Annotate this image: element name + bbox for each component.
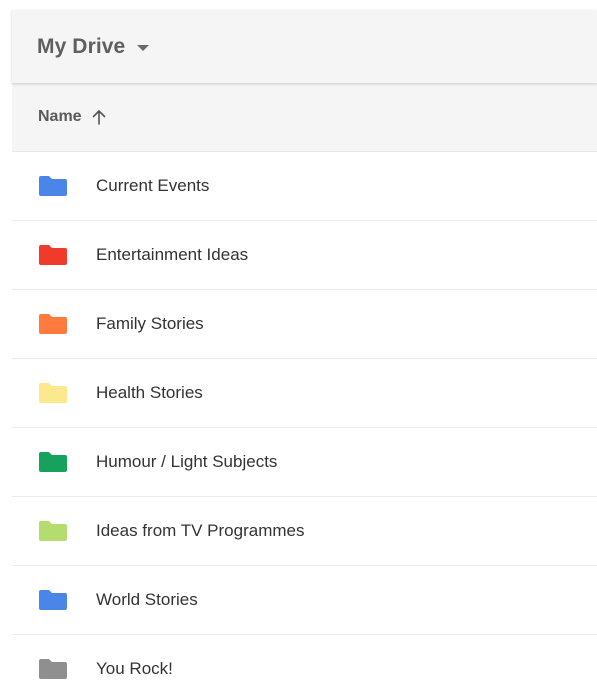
folder-name: Current Events	[96, 176, 210, 195]
folder-row[interactable]: Entertainment Ideas	[12, 221, 597, 290]
folder-name: Humour / Light Subjects	[96, 452, 278, 471]
folder-name: Health Stories	[96, 383, 203, 402]
folder-icon	[39, 176, 67, 196]
folder-icon	[39, 659, 67, 679]
folder-row[interactable]: Ideas from TV Programmes	[12, 497, 597, 566]
drive-panel: My Drive Name Current Events Entertainme…	[12, 10, 597, 680]
folder-row[interactable]: Health Stories	[12, 359, 597, 428]
folder-row[interactable]: You Rock!	[12, 635, 597, 680]
folder-row[interactable]: Humour / Light Subjects	[12, 428, 597, 497]
arrow-up-icon[interactable]	[92, 109, 106, 125]
page: My Drive Name Current Events Entertainme…	[0, 0, 597, 680]
drive-header: My Drive	[12, 10, 597, 83]
folder-name: Family Stories	[96, 314, 204, 333]
name-column-header[interactable]: Name	[38, 108, 82, 126]
caret-down-icon[interactable]	[137, 45, 150, 51]
folder-icon	[39, 590, 67, 610]
folder-icon	[39, 521, 67, 541]
my-drive-title[interactable]: My Drive	[37, 35, 125, 59]
folder-name: World Stories	[96, 590, 198, 609]
folder-icon	[39, 245, 67, 265]
folder-icon	[39, 452, 67, 472]
column-header: Name	[12, 83, 597, 152]
folder-row[interactable]: Family Stories	[12, 290, 597, 359]
folder-list: Current Events Entertainment Ideas Famil…	[12, 152, 597, 680]
folder-icon	[39, 314, 67, 334]
folder-name: Entertainment Ideas	[96, 245, 249, 264]
folder-name: You Rock!	[96, 659, 173, 678]
folder-row[interactable]: World Stories	[12, 566, 597, 635]
folder-icon	[39, 383, 67, 403]
folder-row[interactable]: Current Events	[12, 152, 597, 221]
folder-name: Ideas from TV Programmes	[96, 521, 305, 540]
